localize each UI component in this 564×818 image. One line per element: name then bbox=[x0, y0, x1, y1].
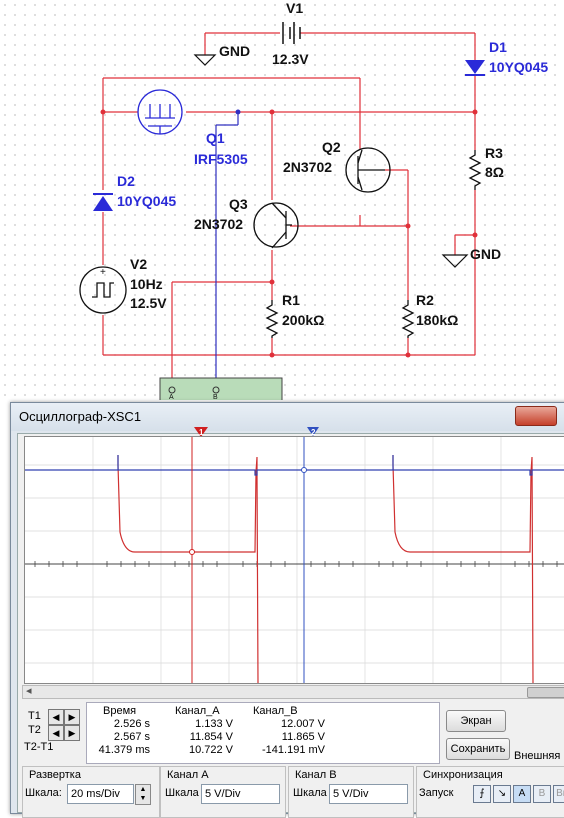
t2-channel-a: 11.854 V bbox=[189, 731, 233, 743]
d1-name: D1 bbox=[489, 39, 507, 55]
d2-part: 10YQ045 bbox=[117, 193, 177, 209]
scroll-left-icon[interactable]: ◂ bbox=[26, 684, 32, 697]
r2-name: R2 bbox=[416, 292, 434, 308]
r2-value: 180kΩ bbox=[416, 312, 459, 328]
t1-left-button[interactable]: ◀ bbox=[48, 709, 64, 725]
timebase-spin-button[interactable]: ▲ ▼ bbox=[135, 784, 151, 805]
v2-amp: 12.5V bbox=[130, 295, 167, 311]
t2-t1-time: 41.379 ms bbox=[98, 744, 150, 756]
channel-a-scale-label: Шкала bbox=[165, 787, 199, 799]
q1-name: Q1 bbox=[206, 130, 225, 146]
trigger-source-ext[interactable]: Внеш bbox=[553, 785, 564, 803]
waveform-plot bbox=[25, 437, 564, 684]
t2-t1-channel-a: 10.722 V bbox=[188, 744, 233, 756]
channel-a-group: Канал A Шкала 5 V/Div bbox=[160, 766, 286, 818]
timebase-scale-input[interactable]: 20 ms/Div bbox=[67, 784, 134, 804]
t2-channel-b: 11.865 V bbox=[281, 731, 325, 743]
timebase-scale-label: Шкала: bbox=[25, 787, 62, 799]
window-title: Осциллограф-XSC1 bbox=[19, 409, 142, 424]
diode-d2-symbol bbox=[93, 193, 113, 211]
svg-text:+: + bbox=[100, 267, 106, 278]
q3-part: 2N3702 bbox=[194, 216, 244, 232]
t2-t1-channel-b: -141.191 mV bbox=[262, 744, 325, 756]
t2-label: T2 bbox=[28, 724, 41, 736]
timebase-group: Развертка Шкала: 20 ms/Div ▲ ▼ bbox=[22, 766, 160, 818]
header-channel-b: Канал_B bbox=[253, 705, 298, 717]
diode-d1-symbol bbox=[465, 60, 485, 76]
trigger-group: Синхронизация Запуск ⨍ ↘ A B Внеш bbox=[416, 766, 564, 818]
d2-name: D2 bbox=[117, 173, 135, 189]
r3-value: 8Ω bbox=[485, 164, 505, 180]
channel-b-title: Канал B bbox=[295, 769, 337, 781]
oscilloscope-window[interactable]: Осциллограф-XSC1 1 2 ◂ T1 T2 T2-T1 ◀ ▶ ◀… bbox=[10, 402, 564, 818]
oscilloscope-xsc1-symbol bbox=[159, 377, 283, 400]
trigger-title: Синхронизация bbox=[423, 769, 503, 781]
scope-display[interactable] bbox=[24, 436, 564, 684]
screen-button[interactable]: Экран bbox=[446, 710, 506, 732]
t2-t1-label: T2-T1 bbox=[24, 741, 54, 753]
channel-a-title: Канал A bbox=[167, 769, 209, 781]
t2-time: 2.567 s bbox=[113, 731, 150, 743]
v1-value: 12.3V bbox=[272, 51, 309, 67]
rising-edge-icon[interactable]: ⨍ bbox=[473, 785, 491, 803]
q2-part: 2N3702 bbox=[283, 159, 333, 175]
horizontal-scrollbar[interactable]: ◂ bbox=[22, 685, 564, 699]
scrollbar-thumb[interactable] bbox=[527, 687, 564, 698]
r1-value: 200kΩ bbox=[282, 312, 325, 328]
channel-a-scale-input[interactable]: 5 V/Div bbox=[201, 784, 280, 804]
t1-right-button[interactable]: ▶ bbox=[64, 709, 80, 725]
oscilloscope-client: 1 2 ◂ T1 T2 T2-T1 ◀ ▶ ◀ ▶ Время Канал_A … bbox=[17, 427, 564, 818]
transistor-q2-symbol bbox=[345, 147, 391, 193]
channel-a-trace bbox=[117, 455, 534, 684]
readout-table: Время Канал_A Канал_B 2.526 s 1.133 V 12… bbox=[86, 702, 440, 764]
trigger-source-b[interactable]: B bbox=[533, 785, 551, 803]
battery-v1-symbol bbox=[282, 22, 301, 44]
d1-part: 10YQ045 bbox=[489, 59, 549, 75]
falling-edge-icon[interactable]: ↘ bbox=[493, 785, 511, 803]
q2-name: Q2 bbox=[322, 139, 341, 155]
scope-terminal-a: A bbox=[169, 394, 174, 401]
r1-name: R1 bbox=[282, 292, 300, 308]
window-close-button[interactable] bbox=[515, 406, 557, 426]
external-label: Внешняя bbox=[514, 750, 561, 762]
q3-name: Q3 bbox=[229, 196, 248, 212]
gnd-label-1: GND bbox=[219, 43, 251, 59]
scope-terminal-b: B bbox=[213, 394, 218, 401]
v2-name: V2 bbox=[130, 256, 148, 272]
t1-time: 2.526 s bbox=[113, 718, 150, 730]
gnd-label-2: GND bbox=[470, 246, 502, 262]
transistor-q3-symbol bbox=[253, 202, 299, 249]
header-channel-a: Канал_A bbox=[175, 705, 220, 717]
schematic-canvas[interactable]: + V1 12.3V GND D1 10YQ045 R3 8Ω GND Q1 I… bbox=[0, 0, 564, 401]
v2-freq: 10Hz bbox=[130, 276, 163, 292]
mosfet-q1-symbol bbox=[137, 89, 183, 135]
header-time: Время bbox=[103, 705, 137, 717]
trigger-source-a[interactable]: A bbox=[513, 785, 531, 803]
trigger-start-label: Запуск bbox=[419, 787, 454, 799]
timebase-title: Развертка bbox=[29, 769, 81, 781]
channel-b-scale-label: Шкала bbox=[293, 787, 327, 799]
r3-name: R3 bbox=[485, 145, 503, 161]
t1-channel-a: 1.133 V bbox=[195, 718, 233, 730]
t1-channel-b: 12.007 V bbox=[280, 718, 325, 730]
t1-label: T1 bbox=[28, 710, 41, 722]
q1-part: IRF5305 bbox=[194, 151, 248, 167]
save-button[interactable]: Сохранить bbox=[446, 738, 510, 760]
t2-right-button[interactable]: ▶ bbox=[64, 725, 80, 741]
t2-left-button[interactable]: ◀ bbox=[48, 725, 64, 741]
channel-b-scale-input[interactable]: 5 V/Div bbox=[329, 784, 408, 804]
v1-name: V1 bbox=[286, 0, 304, 16]
channel-b-group: Канал B Шкала 5 V/Div bbox=[288, 766, 414, 818]
